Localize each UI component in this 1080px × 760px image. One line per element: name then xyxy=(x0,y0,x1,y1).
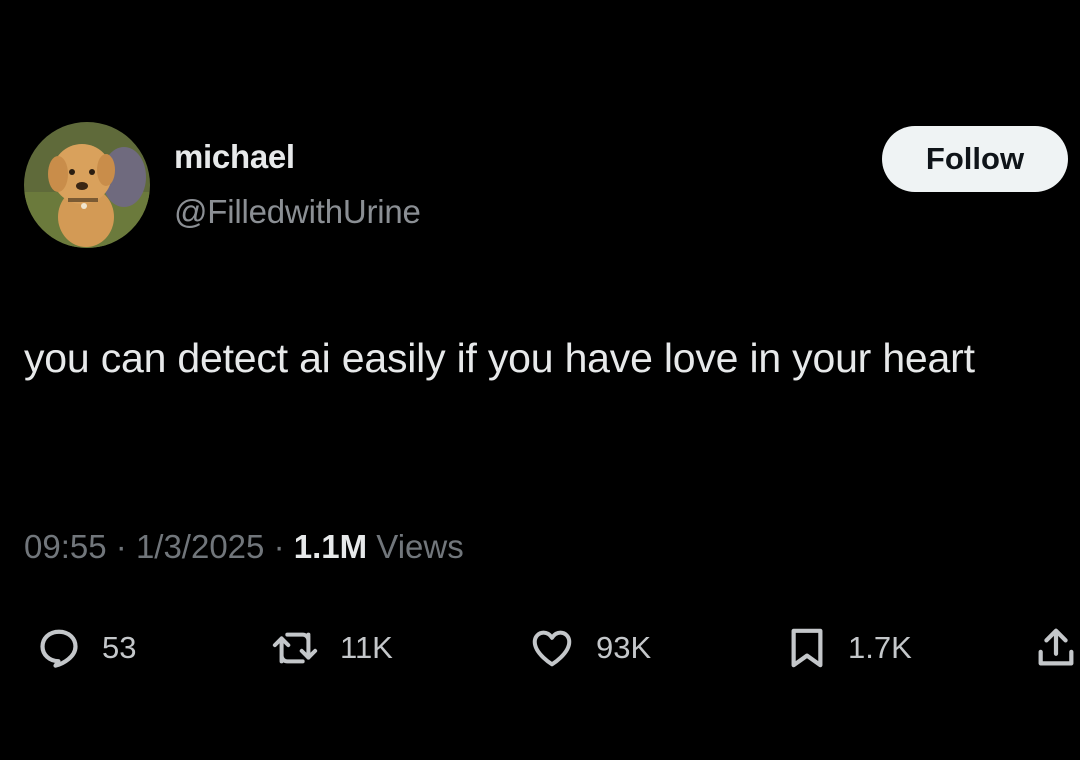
avatar[interactable] xyxy=(24,122,150,248)
bookmark-icon xyxy=(791,628,823,668)
bookmark-count: 1.7K xyxy=(848,630,912,665)
like-button[interactable]: 93K xyxy=(528,618,651,678)
retweet-icon xyxy=(272,632,318,664)
heart-icon xyxy=(532,630,572,667)
retweet-count: 11K xyxy=(340,630,393,665)
bookmark-button[interactable]: 1.7K xyxy=(786,618,912,678)
reply-icon xyxy=(40,629,78,668)
follow-button[interactable]: Follow xyxy=(882,126,1068,192)
tweet-date[interactable]: 1/3/2025 xyxy=(136,528,264,565)
tweet-time[interactable]: 09:55 xyxy=(24,528,107,565)
share-button[interactable] xyxy=(1036,618,1076,678)
tweet-meta: 09:55 · 1/3/2025 · 1.1M Views xyxy=(24,528,464,566)
meta-separator: · xyxy=(273,528,285,565)
reply-count: 53 xyxy=(102,630,137,665)
retweet-button[interactable]: 11K xyxy=(270,618,393,678)
tweet-text: you can detect ai easily if you have lov… xyxy=(24,335,975,381)
meta-separator: · xyxy=(115,528,127,565)
share-icon xyxy=(1038,628,1074,666)
like-count: 93K xyxy=(596,630,652,665)
action-bar: 53 11K 93K 1.7K xyxy=(0,618,1080,678)
user-handle[interactable]: @FilledwithUrine xyxy=(174,193,421,231)
avatar-image xyxy=(24,122,150,248)
display-name[interactable]: michael xyxy=(174,138,295,176)
views-label: Views xyxy=(376,528,464,565)
views-count: 1.1M xyxy=(293,528,368,565)
reply-button[interactable]: 53 xyxy=(36,618,136,678)
tweet-card: michael @FilledwithUrine Follow you can … xyxy=(0,0,1080,760)
